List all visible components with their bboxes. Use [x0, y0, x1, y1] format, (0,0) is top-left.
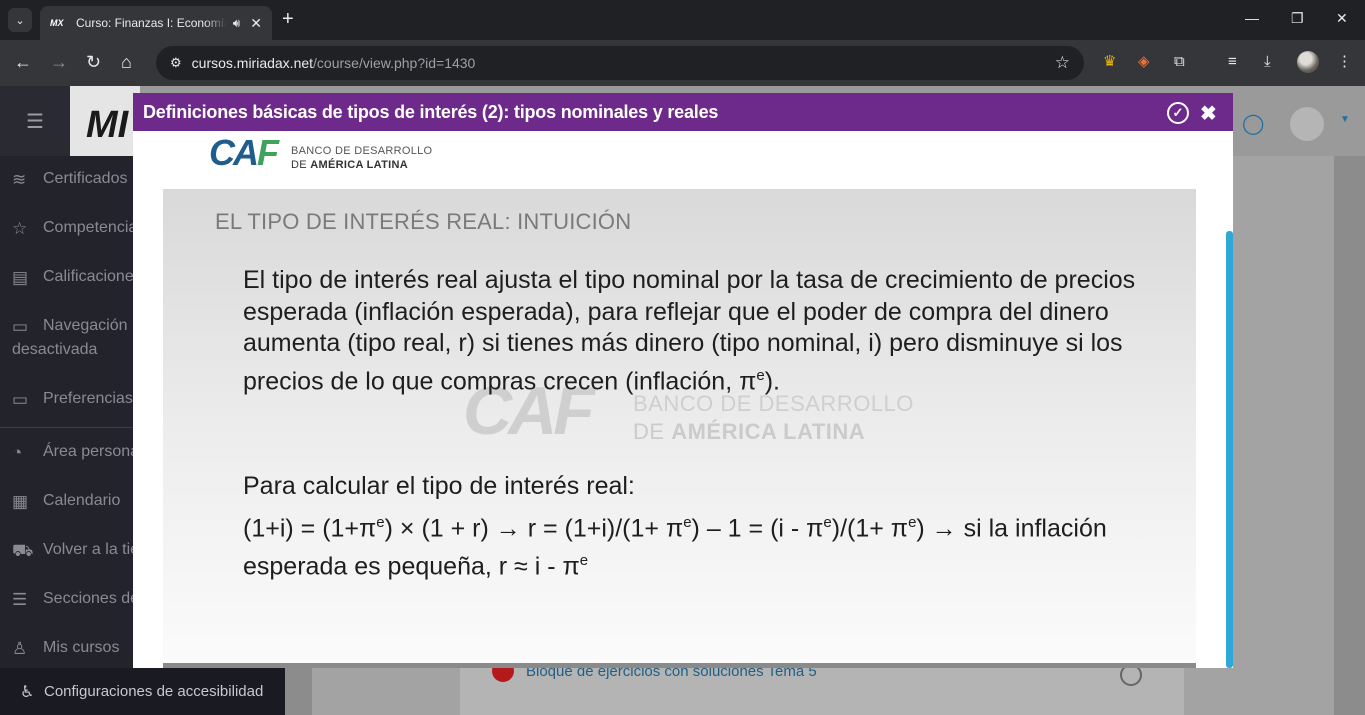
- sidebar-item-calificaciones[interactable]: ▤ Calificaciones: [12, 268, 133, 288]
- crown-extension-icon[interactable]: ♛: [1103, 52, 1116, 72]
- profile-avatar[interactable]: [1297, 51, 1319, 73]
- slide-heading: EL TIPO DE INTERÉS REAL: INTUICIÓN: [215, 209, 632, 234]
- accessibility-icon: ♿︎: [20, 683, 35, 701]
- cart-icon: ⛟: [12, 541, 34, 560]
- tab-close-icon[interactable]: ✕: [250, 15, 262, 32]
- sidebar-item-label: Volver a la tienda: [43, 541, 133, 558]
- new-tab-button[interactable]: +: [282, 9, 294, 29]
- extensions-puzzle-icon[interactable]: ⧉: [1174, 52, 1185, 72]
- url-path: /course/view.php?id=1430: [313, 55, 476, 71]
- slide-formula: (1+i) = (1+πe) × (1 + r) → r = (1+i)/(1+…: [243, 514, 1107, 581]
- caf-logo-line1: BANCO DE DESARROLLO: [291, 145, 433, 157]
- chat-icon[interactable]: ◯: [1242, 111, 1264, 136]
- modal-header: Definiciones básicas de tipos de interés…: [133, 93, 1233, 131]
- sidebar-divider: [0, 427, 133, 428]
- sidebar-item-label: Calendario: [43, 492, 121, 509]
- sidebar-item-area-personal[interactable]: ◔ Área personal: [12, 443, 133, 463]
- video-slide[interactable]: EL TIPO DE INTERÉS REAL: INTUICIÓN CAF B…: [163, 189, 1196, 664]
- sidebar-item-label: Navegación: [43, 317, 128, 334]
- site-info-icon[interactable]: ⚙︎: [170, 55, 182, 71]
- restore-button[interactable]: ❐: [1291, 10, 1304, 27]
- sidebar-item-navegacion[interactable]: ▭ Navegación desactivada: [12, 317, 128, 359]
- caf-logo-line2: DE AMÉRICA LATINA: [291, 159, 408, 171]
- slide-paragraph-1: El tipo de interés real ajusta el tipo n…: [243, 266, 1136, 395]
- list-icon: ☰: [12, 590, 28, 609]
- back-arrow-icon[interactable]: ←: [14, 52, 32, 72]
- video-progress-bar[interactable]: [163, 663, 1196, 668]
- hamburger-menu-icon[interactable]: ☰: [0, 86, 70, 156]
- caf-logo: CAF: [209, 132, 279, 173]
- sidebar: ≋ Certificados ☆ Competencias ▤ Calificacio…: [0, 156, 133, 715]
- site-logo[interactable]: MI: [86, 104, 128, 147]
- sidebar-item-competencias[interactable]: ☆ Competencias: [12, 219, 133, 239]
- home-icon[interactable]: ⌂: [121, 52, 132, 72]
- folder-icon: ▭: [12, 390, 29, 409]
- sidebar-item-label: Secciones del curso: [43, 590, 133, 607]
- address-bar[interactable]: ⚙︎ cursos.miriadax.net/course/view.php?i…: [156, 46, 1084, 80]
- scrollbar[interactable]: [1226, 231, 1233, 668]
- media-control-icon[interactable]: ≡: [1228, 52, 1237, 72]
- calendar-icon: ▦: [12, 492, 29, 511]
- slide-paragraph-2-title: Para calcular el tipo de interés real:: [243, 472, 635, 500]
- window-close-button[interactable]: ✕: [1336, 10, 1348, 27]
- sidebar-item-certificados[interactable]: ≋ Certificados: [12, 170, 127, 190]
- sidebar-item-label-line2: desactivada: [12, 341, 98, 358]
- sidebar-item-label: Competencias: [43, 219, 133, 236]
- browser-toolbar: ← → ↻ ⌂ ⚙︎ cursos.miriadax.net/course/vi…: [0, 40, 1365, 86]
- video-modal: Definiciones básicas de tipos de interés…: [133, 93, 1233, 668]
- grades-icon: ▤: [12, 268, 29, 287]
- sidebar-item-label: Calificaciones: [43, 268, 133, 285]
- folder-icon: ▭: [12, 317, 29, 336]
- chevron-down-icon[interactable]: ▼: [1340, 114, 1350, 125]
- accessibility-label: Configuraciones de accesibilidad: [44, 683, 264, 700]
- modal-title: Definiciones básicas de tipos de interés…: [143, 102, 719, 122]
- sidebar-item-label: Mis cursos: [43, 639, 120, 656]
- sidebar-item-secciones[interactable]: ☰ Secciones del curso: [12, 590, 133, 610]
- modal-close-icon[interactable]: ✖: [1200, 101, 1217, 126]
- sidebar-item-tienda[interactable]: ⛟ Volver a la tienda: [12, 541, 133, 563]
- minimize-button[interactable]: —: [1245, 10, 1259, 26]
- cap-extension-icon[interactable]: ◈: [1138, 52, 1150, 72]
- right-gutter: [1334, 156, 1365, 715]
- download-icon[interactable]: ⤓: [1264, 52, 1271, 72]
- url-host: cursos.miriadax.net: [191, 55, 314, 71]
- bookmark-star-icon[interactable]: ☆: [1055, 53, 1070, 73]
- speaker-icon[interactable]: 🔊︎: [233, 16, 241, 31]
- slide-logo-area: CAF BANCO DE DESARROLLO DE AMÉRICA LATIN…: [163, 131, 1196, 189]
- sidebar-item-mis-cursos[interactable]: ♙ Mis cursos: [12, 639, 119, 659]
- tab-strip: ⌄ MX Curso: Finanzas I: Economía 🔊︎ ✕ + …: [0, 0, 1365, 40]
- sidebar-item-preferencias[interactable]: ▭ Preferencias: [12, 390, 133, 410]
- star-icon: ☆: [12, 219, 28, 238]
- sidebar-item-label: Preferencias: [43, 390, 133, 407]
- tab-search-icon[interactable]: ⌄: [8, 8, 32, 32]
- user-avatar[interactable]: [1290, 107, 1324, 141]
- active-tab[interactable]: MX Curso: Finanzas I: Economía 🔊︎ ✕: [40, 6, 272, 40]
- forward-arrow-icon[interactable]: →: [50, 52, 68, 72]
- tab-title: Curso: Finanzas I: Economía: [76, 16, 227, 30]
- miriadax-favicon-icon: MX: [50, 18, 64, 28]
- graduation-cap-icon: ♙: [12, 639, 28, 658]
- watermark-line2: DE AMÉRICA LATINA: [633, 419, 866, 444]
- sidebar-item-calendario[interactable]: ▦ Calendario: [12, 492, 120, 512]
- layers-icon: ≋: [12, 170, 27, 189]
- sidebar-item-label: Certificados: [43, 170, 128, 187]
- dashboard-icon: ◔: [12, 443, 23, 462]
- reload-icon[interactable]: ↻: [86, 52, 101, 72]
- mark-complete-check-icon[interactable]: ✓: [1167, 102, 1189, 124]
- sidebar-item-label: Área personal: [43, 443, 133, 460]
- modal-body: CAF BANCO DE DESARROLLO DE AMÉRICA LATIN…: [133, 131, 1233, 668]
- accessibility-settings-button[interactable]: ♿︎ Configuraciones de accesibilidad: [0, 668, 285, 715]
- browser-menu-icon[interactable]: ⋮: [1337, 52, 1352, 72]
